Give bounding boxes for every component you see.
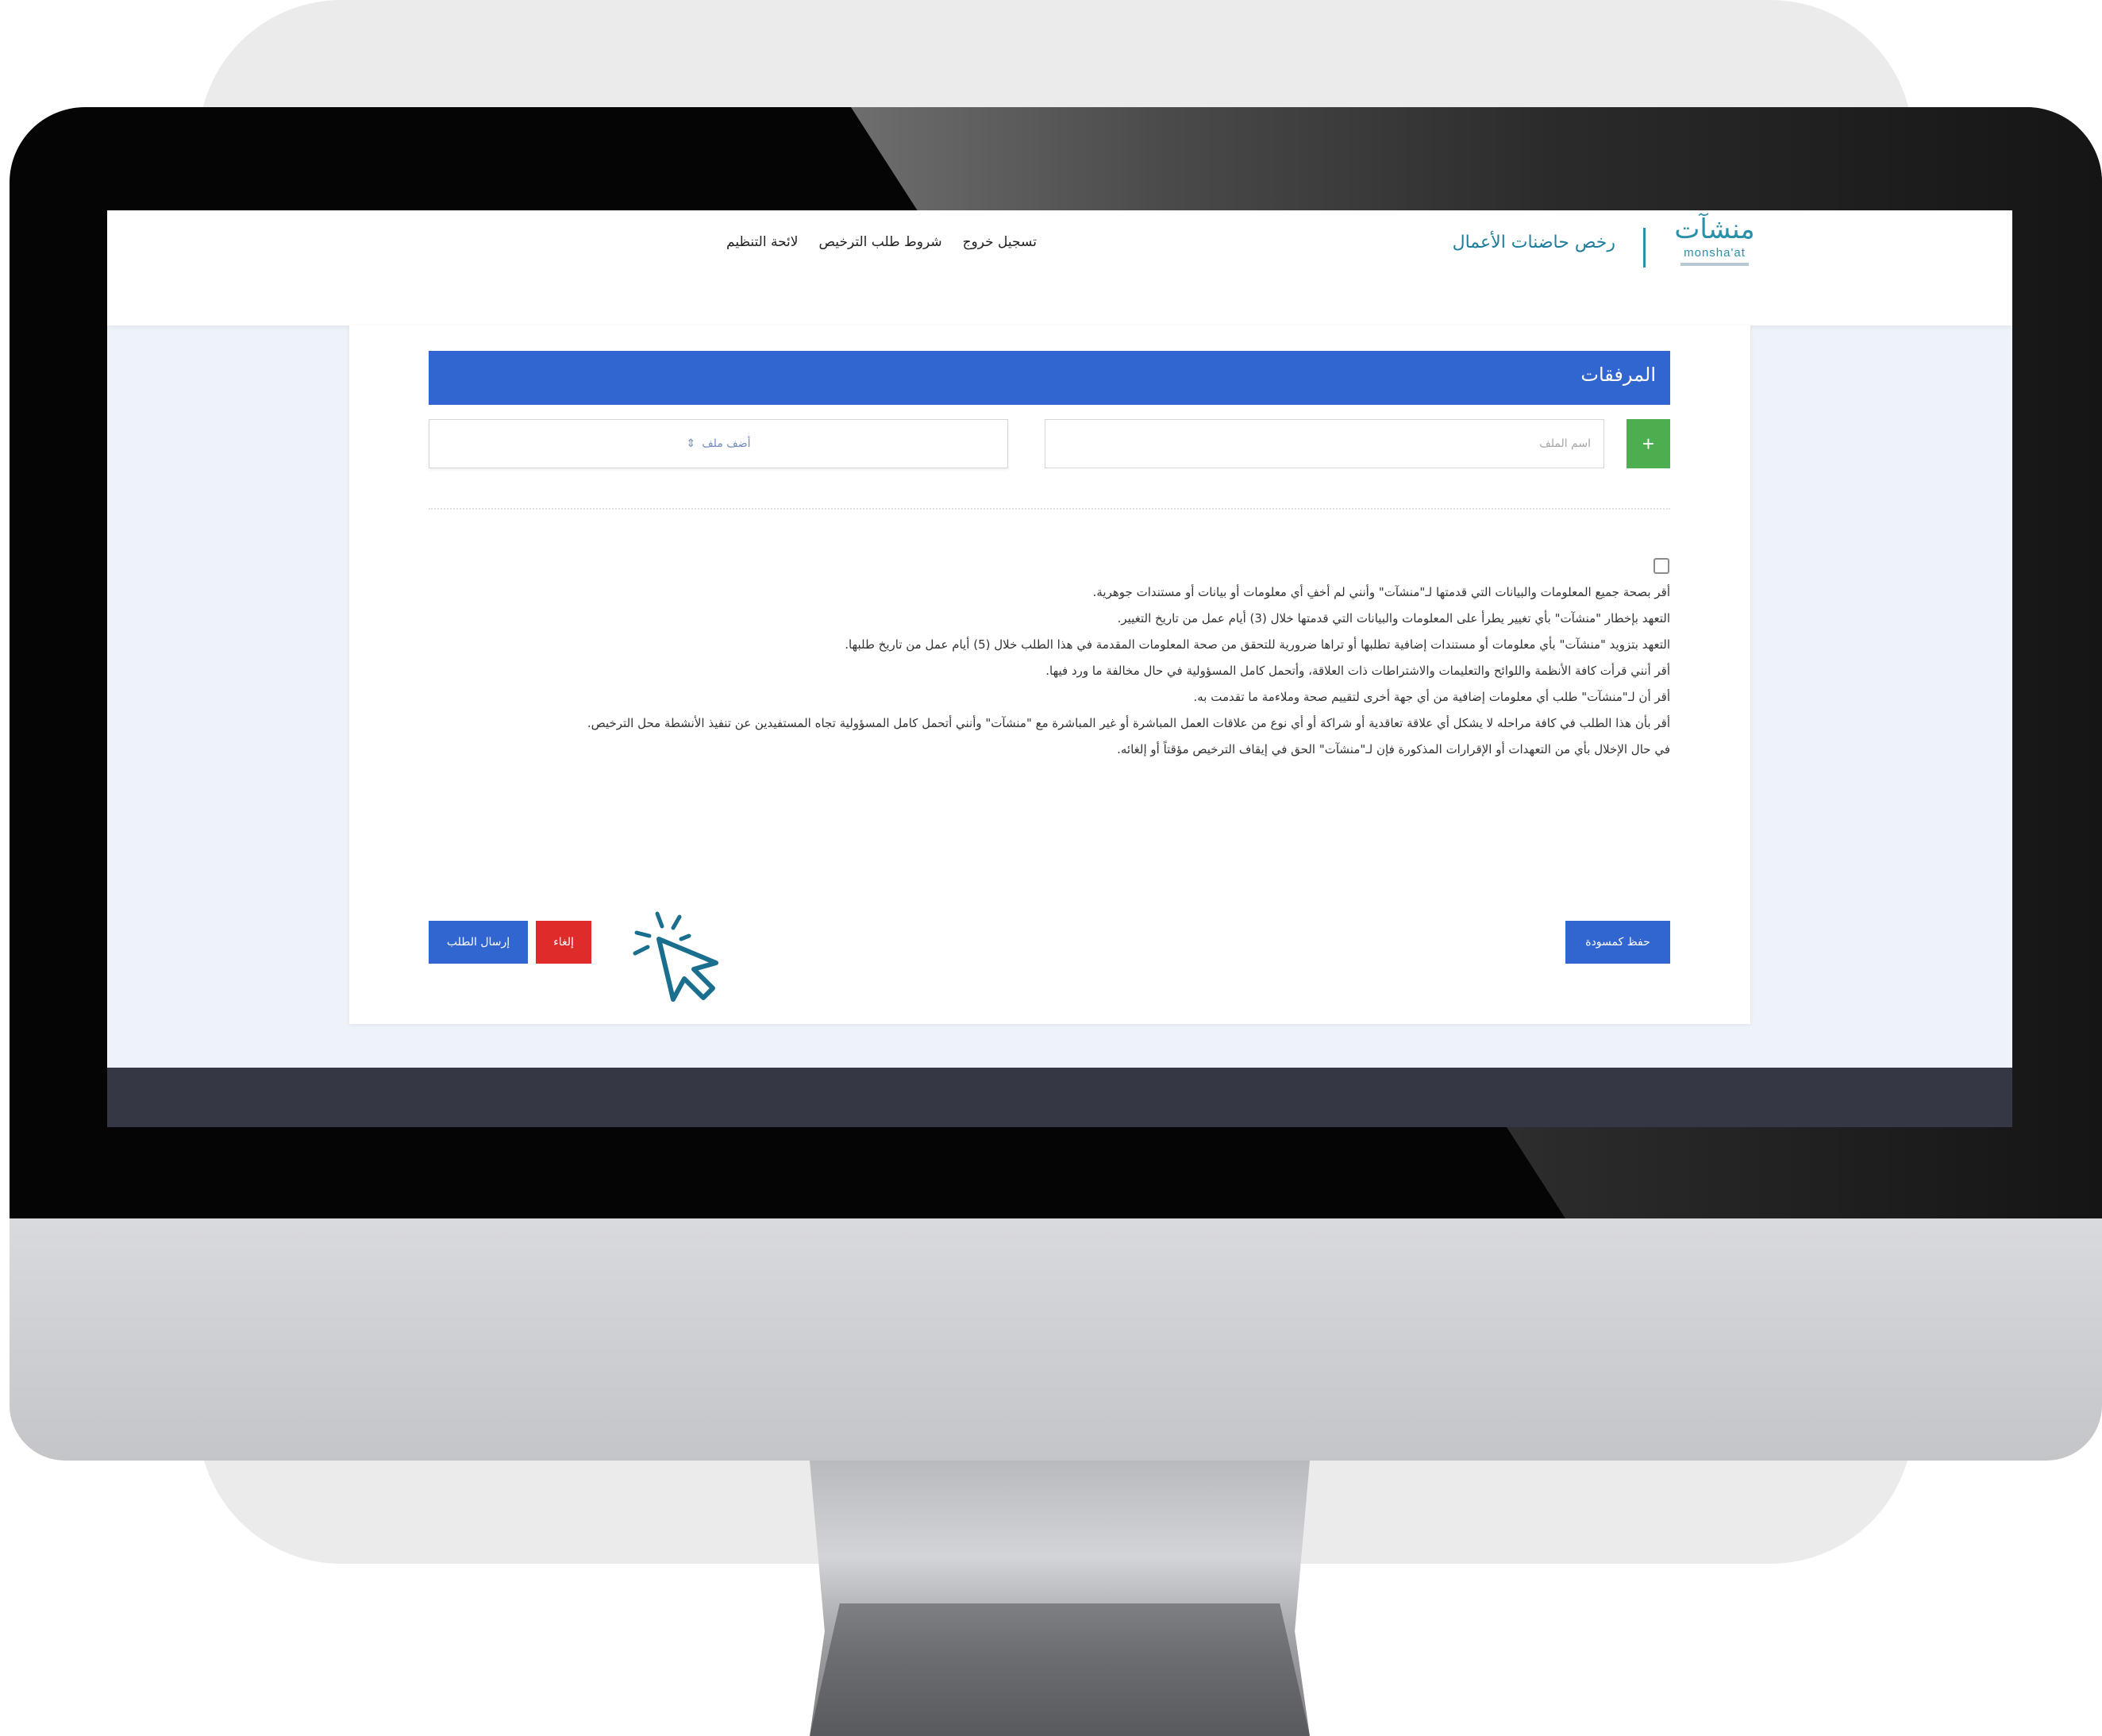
upload-file-box[interactable]: أضف ملف ⇕ [429,419,1008,468]
top-navbar: منشآت monsha'at رخص حاضنات الأعمال لائحة… [107,210,2012,325]
add-attachment-button[interactable]: + [1627,419,1670,468]
screen: منشآت monsha'at رخص حاضنات الأعمال لائحة… [107,210,2012,1127]
nav-link-license-terms[interactable]: شروط طلب الترخيص [818,234,941,250]
form-card: المرفقات + أضف ملف ⇕ أقر بصحة جميع المعل… [349,325,1750,1024]
filename-input[interactable] [1045,419,1604,468]
declaration-terms: أقر بصحة جميع المعلومات والبيانات التي ق… [429,579,1670,763]
click-cursor-icon [633,911,718,1002]
save-draft-button[interactable]: حفظ كمسودة [1565,921,1670,964]
upload-file-label: أضف ملف [702,437,751,450]
terms-line: في حال الإخلال بأي من التعهدات أو الإقرا… [1117,742,1670,756]
cancel-button[interactable]: إلغاء [536,921,591,964]
nav-link-regulations[interactable]: لائحة التنظيم [726,234,798,250]
logo-arabic-text: منشآت [1674,214,1755,245]
terms-line: التعهد بإخطار "منشآت" بأي تغيير يطرأ على… [1117,611,1670,625]
upload-icon: ⇕ [686,437,696,450]
section-divider [429,508,1670,510]
monshaat-logo[interactable]: منشآت monsha'at [1671,212,1758,280]
footer-band [107,1068,2012,1127]
site-title: رخص حاضنات الأعمال [1452,233,1615,252]
logo-tagline-bar [1680,263,1749,266]
logo-english-text: monsha'at [1684,246,1746,260]
terms-line: أقر أنني قرأت كافة الأنظمة واللوائح والت… [1045,664,1670,678]
terms-line: أقر بصحة جميع المعلومات والبيانات التي ق… [1092,585,1670,599]
main-nav: لائحة التنظيم شروط طلب الترخيص تسجيل خرو… [726,234,1037,250]
nav-link-logout[interactable]: تسجيل خروج [963,234,1037,250]
terms-line: التعهد بتزويد "منشآت" بأي معلومات أو مست… [845,637,1670,652]
submit-request-button[interactable]: إرسال الطلب [429,921,528,964]
monitor-chin [10,1218,2102,1461]
section-title: المرفقات [1580,364,1656,386]
attachments-section-header: المرفقات [429,351,1670,405]
terms-line: أقر بأن هذا الطلب في كافة مراحله لا يشكل… [587,716,1670,730]
terms-line: أقر أن لـ"منشآت" طلب أي معلومات إضافية م… [1193,690,1670,704]
monitor-stand-shadow [810,1603,1310,1736]
logo-divider [1643,228,1646,268]
agree-checkbox[interactable] [1653,558,1669,574]
